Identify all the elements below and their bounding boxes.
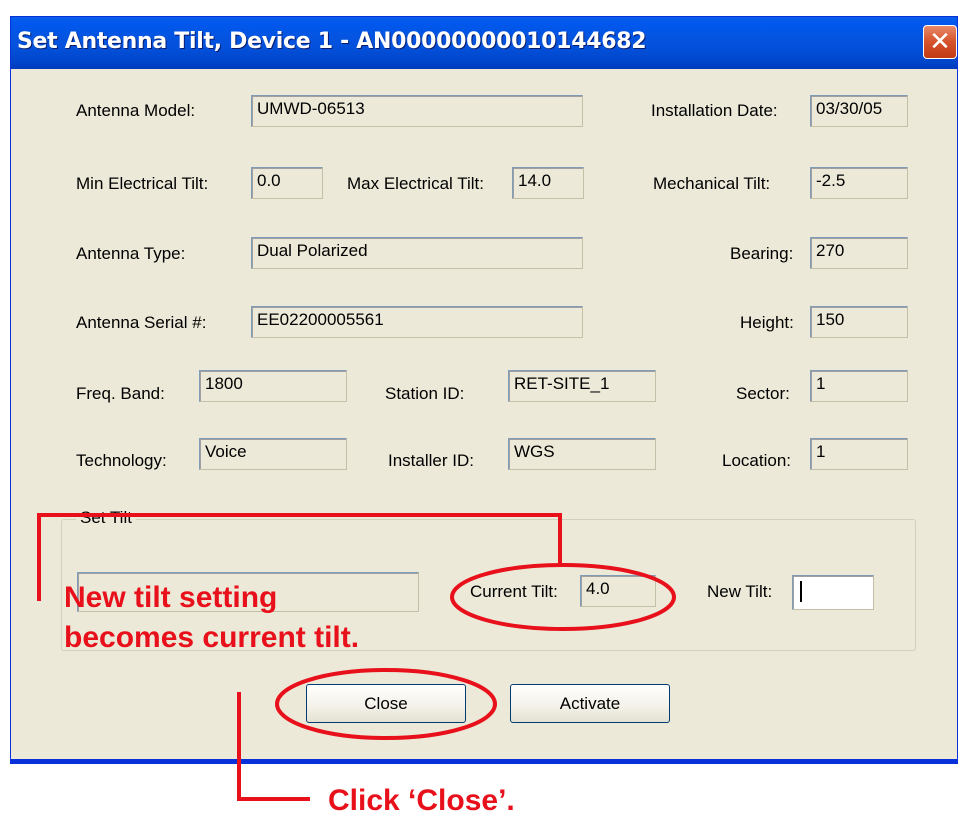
close-note: Click ‘Close’.	[328, 784, 515, 817]
tilt-note-line1: New tilt setting	[64, 581, 278, 614]
tilt-note-line2: becomes current tilt.	[64, 621, 360, 654]
annotation-overlay	[37, 513, 676, 801]
current-tilt-highlight	[450, 563, 676, 631]
close-button-highlight	[275, 668, 497, 740]
close-callout-line	[237, 692, 310, 801]
